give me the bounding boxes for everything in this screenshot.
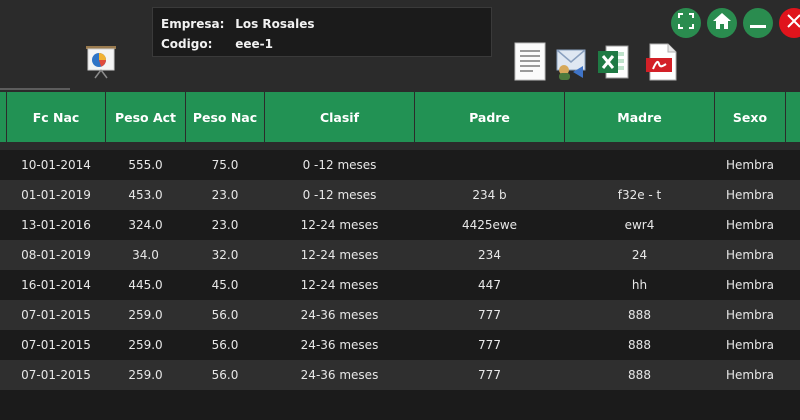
table-row[interactable]: 07-01-2015 259.0 56.0 24-36 meses 777 88… — [0, 360, 800, 390]
cell-padre: 777 — [478, 308, 501, 322]
cell-peso-nac: 32.0 — [211, 248, 239, 262]
column-header-sexo[interactable]: Sexo — [715, 92, 785, 142]
cell-madre: ewr4 — [624, 218, 655, 232]
code-label: Codigo: — [161, 37, 213, 51]
table-row[interactable]: 08-01-2019 34.0 32.0 12-24 meses 234 24 … — [0, 240, 800, 270]
cell-sexo: Hembra — [726, 308, 774, 322]
cell-clasif: 24-36 meses — [300, 368, 379, 382]
company-row: Empresa: Los Rosales — [161, 15, 315, 33]
cell-sexo: Hembra — [726, 248, 774, 262]
fullscreen-button[interactable] — [671, 8, 701, 38]
cell-peso-nac: 56.0 — [211, 308, 239, 322]
cell-sexo: Hembra — [726, 218, 774, 232]
text-document-icon[interactable] — [513, 42, 549, 82]
column-header-peso-nac[interactable]: Peso Nac — [186, 92, 264, 142]
tab-underline — [0, 88, 70, 90]
table-body: 10-01-2014 555.0 75.0 0 -12 meses Hembra… — [0, 150, 800, 420]
cell-peso-nac: 23.0 — [211, 188, 239, 202]
cell-peso-act: 259.0 — [128, 338, 163, 352]
cell-padre: 4425ewe — [461, 218, 518, 232]
cell-peso-act: 34.0 — [132, 248, 159, 262]
cell-padre: 777 — [478, 338, 501, 352]
code-value: eee-1 — [235, 37, 273, 51]
cell-sexo: Hembra — [726, 158, 774, 172]
table-row[interactable]: 01-01-2019 453.0 23.0 0 -12 meses 234 b … — [0, 180, 800, 210]
cell-peso-act: 555.0 — [128, 158, 163, 172]
company-info-panel: Empresa: Los Rosales Codigo: eee-1 — [152, 7, 492, 57]
cell-padre: 777 — [478, 368, 501, 382]
company-value: Los Rosales — [235, 17, 315, 31]
cell-clasif: 12-24 meses — [300, 278, 379, 292]
cell-fc-nac: 07-01-2015 — [21, 338, 91, 352]
cell-peso-act: 259.0 — [128, 368, 163, 382]
cell-madre: 888 — [628, 368, 651, 382]
table-header: Fc Nac Peso Act Peso Nac Clasif Padre Ma… — [0, 92, 800, 142]
minimize-icon — [750, 14, 766, 33]
cell-clasif: 24-36 meses — [300, 338, 379, 352]
column-header-madre[interactable]: Madre — [565, 92, 714, 142]
cell-peso-act: 324.0 — [128, 218, 163, 232]
fullscreen-icon — [678, 13, 694, 33]
cell-padre: 234 — [478, 248, 501, 262]
cell-peso-nac: 56.0 — [211, 338, 239, 352]
cell-madre — [565, 150, 714, 180]
cell-sexo: Hembra — [726, 188, 774, 202]
cell-peso-nac: 56.0 — [211, 368, 239, 382]
company-label: Empresa: — [161, 17, 225, 31]
cell-peso-nac: 23.0 — [211, 218, 239, 232]
cell-madre: 888 — [628, 338, 651, 352]
cell-peso-act: 259.0 — [128, 308, 163, 322]
cell-madre: hh — [631, 278, 648, 292]
table-row-partial[interactable] — [0, 390, 800, 420]
cell-peso-nac: 45.0 — [211, 278, 239, 292]
pdf-export-icon[interactable] — [644, 42, 680, 82]
cell-fc-nac: 07-01-2015 — [21, 368, 91, 382]
cell-peso-act: 445.0 — [128, 278, 163, 292]
cell-clasif: 0 -12 meses — [302, 158, 377, 172]
cell-padre — [415, 150, 564, 180]
cell-sexo: Hembra — [726, 338, 774, 352]
cell-clasif: 12-24 meses — [300, 248, 379, 262]
minimize-button[interactable] — [743, 8, 773, 38]
cell-fc-nac: 07-01-2015 — [21, 308, 91, 322]
close-icon — [786, 13, 800, 33]
cell-fc-nac: 16-01-2014 — [21, 278, 91, 292]
table-row[interactable]: 16-01-2014 445.0 45.0 12-24 meses 447 hh… — [0, 270, 800, 300]
cell-fc-nac: 13-01-2016 — [21, 218, 91, 232]
table-row[interactable]: 10-01-2014 555.0 75.0 0 -12 meses Hembra — [0, 150, 800, 180]
cell-padre: 447 — [478, 278, 501, 292]
cell-madre: 888 — [628, 308, 651, 322]
excel-export-icon[interactable] — [596, 42, 632, 82]
column-header-padre[interactable]: Padre — [415, 92, 564, 142]
report-chart-icon[interactable] — [84, 44, 118, 80]
cell-peso-nac: 75.0 — [211, 158, 239, 172]
cell-clasif: 0 -12 meses — [302, 188, 377, 202]
column-header-clasif[interactable]: Clasif — [265, 92, 414, 142]
cell-sexo: Hembra — [726, 368, 774, 382]
column-header-peso-act[interactable]: Peso Act — [106, 92, 185, 142]
home-button[interactable] — [707, 8, 737, 38]
table-row[interactable]: 07-01-2015 259.0 56.0 24-36 meses 777 88… — [0, 300, 800, 330]
cell-fc-nac: 01-01-2019 — [21, 188, 91, 202]
table-header-gap — [0, 142, 800, 150]
cell-sexo: Hembra — [726, 278, 774, 292]
table-row[interactable]: 13-01-2016 324.0 23.0 12-24 meses 4425ew… — [0, 210, 800, 240]
cell-clasif: 24-36 meses — [300, 308, 379, 322]
cell-fc-nac: 08-01-2019 — [21, 248, 91, 262]
cell-fc-nac: 10-01-2014 — [21, 158, 91, 172]
code-row: Codigo: eee-1 — [161, 35, 273, 53]
mail-export-icon[interactable] — [553, 42, 589, 82]
column-header-stub — [0, 92, 6, 142]
table-row[interactable]: 07-01-2015 259.0 56.0 24-36 meses 777 88… — [0, 330, 800, 360]
cell-clasif: 12-24 meses — [300, 218, 379, 232]
cell-peso-act: 453.0 — [128, 188, 163, 202]
column-header-overflow — [786, 92, 800, 142]
cell-madre: 24 — [631, 248, 648, 262]
column-header-fc-nac[interactable]: Fc Nac — [7, 92, 105, 142]
cell-madre: f32e - t — [617, 188, 662, 202]
cell-padre: 234 b — [472, 188, 507, 202]
home-icon — [713, 13, 731, 33]
